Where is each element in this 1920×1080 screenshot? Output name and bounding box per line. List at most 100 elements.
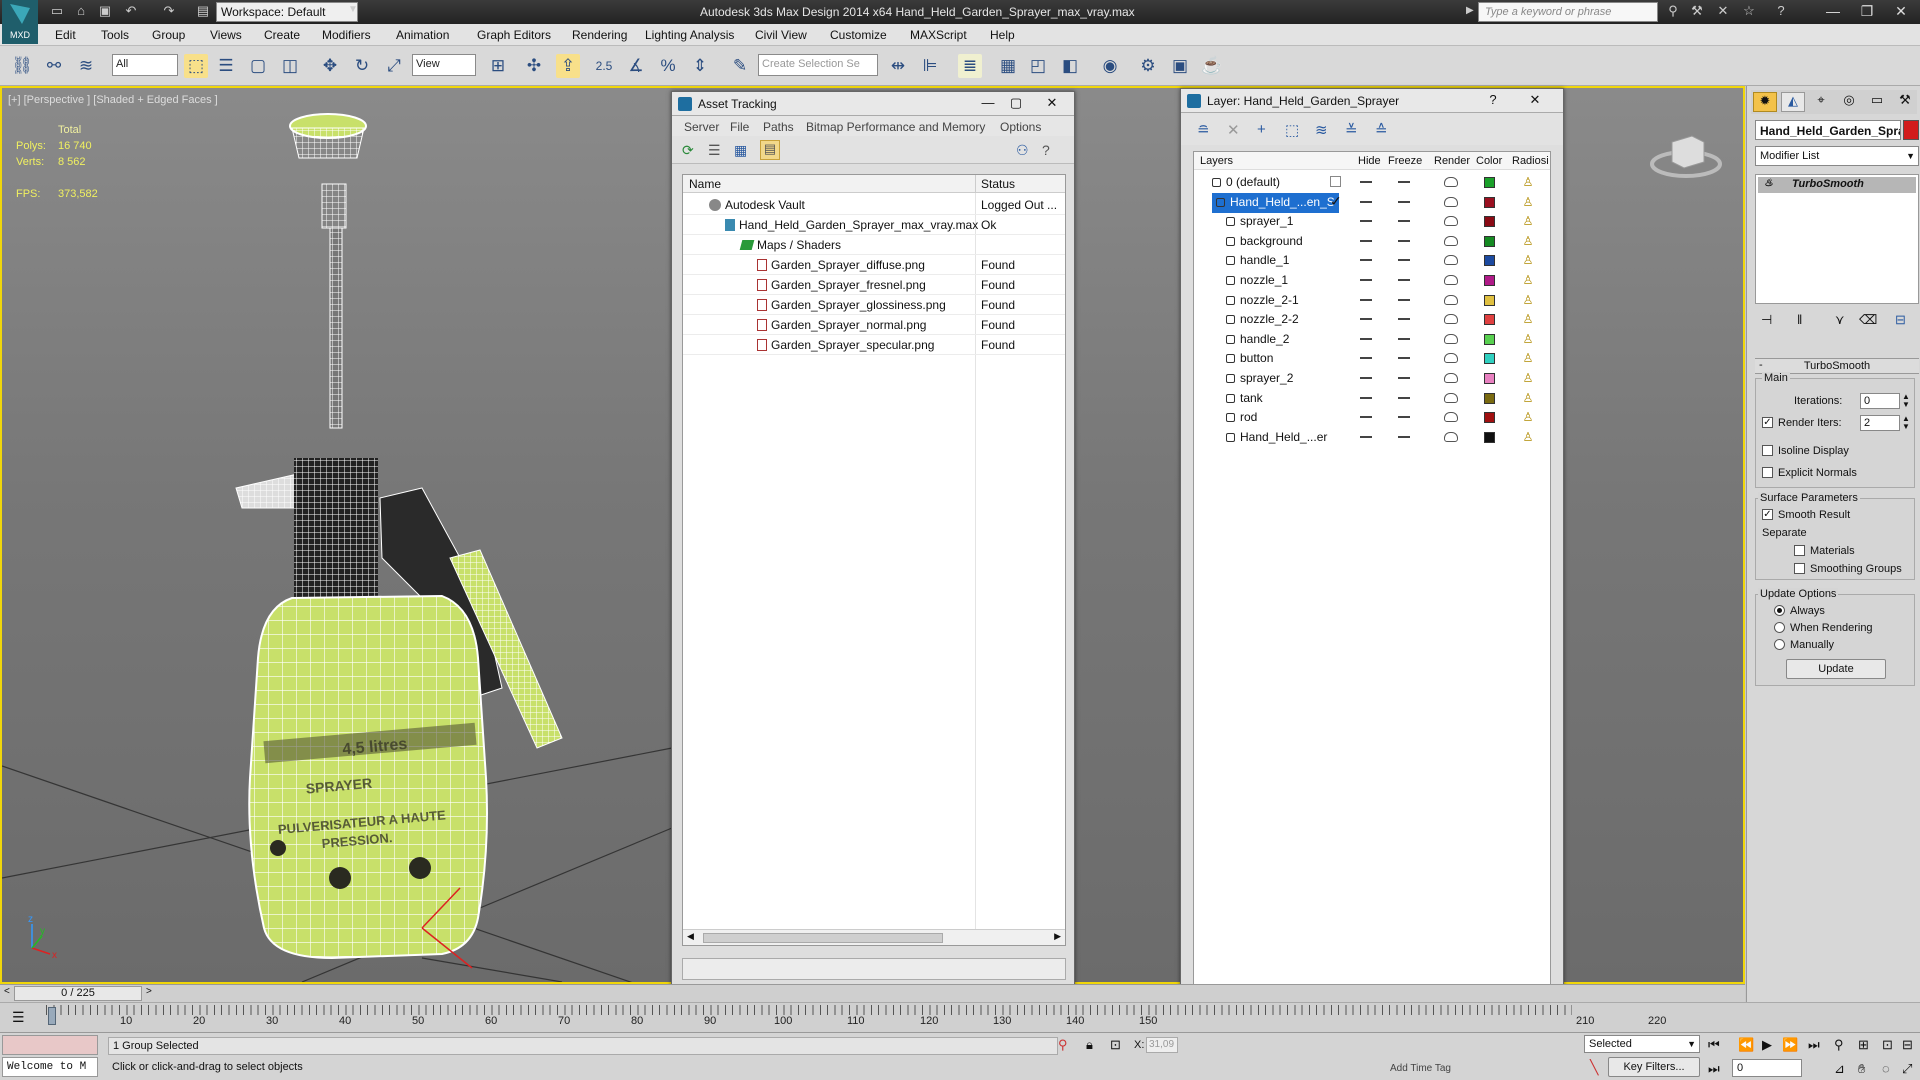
select-in-layer-icon[interactable]: ⬚ bbox=[1285, 121, 1299, 139]
add-time-tag[interactable]: Add Time Tag bbox=[1390, 1063, 1451, 1074]
render-teapot-icon[interactable] bbox=[1444, 275, 1458, 285]
when-rendering-radio[interactable] bbox=[1774, 622, 1785, 633]
menu-modifiers[interactable]: Modifiers bbox=[322, 28, 371, 42]
pivot-center-icon[interactable]: ⊞ bbox=[486, 54, 510, 78]
close-icon[interactable]: ✕ bbox=[1525, 92, 1545, 108]
current-layer-checkbox[interactable] bbox=[1330, 176, 1341, 187]
freeze-toggle[interactable] bbox=[1398, 279, 1410, 281]
app-logo[interactable]: MXD bbox=[2, 0, 38, 44]
render-teapot-icon[interactable] bbox=[1444, 353, 1458, 364]
scroll-left-icon[interactable]: ◀ bbox=[687, 931, 694, 942]
close-icon[interactable]: ✕ bbox=[1042, 95, 1062, 111]
table-row[interactable]: Garden_Sprayer_fresnel.png Found bbox=[683, 275, 1065, 295]
rotate-icon[interactable]: ↻ bbox=[350, 54, 374, 78]
radiosity-icon[interactable]: ♙ bbox=[1520, 175, 1536, 189]
hide-toggle[interactable] bbox=[1360, 298, 1372, 301]
sprayer-neck[interactable] bbox=[294, 458, 378, 598]
layer-row[interactable]: 0 (default) ♙ bbox=[1194, 172, 1550, 192]
hide-toggle[interactable] bbox=[1360, 357, 1372, 360]
vault-connect-icon[interactable]: ⚇ bbox=[1016, 142, 1029, 159]
render-teapot-icon[interactable] bbox=[1444, 314, 1458, 325]
table-row[interactable]: Hand_Held_Garden_Sprayer_max_vray.max Ok bbox=[683, 215, 1065, 235]
render-setup-icon[interactable]: ⚙ bbox=[1136, 54, 1160, 78]
communication-icon[interactable]: ✕ bbox=[1714, 3, 1732, 21]
align-icon[interactable]: ⊫ bbox=[918, 54, 942, 78]
menu-animation[interactable]: Animation bbox=[396, 28, 449, 42]
render-teapot-icon[interactable] bbox=[1444, 333, 1458, 344]
table-row[interactable]: Garden_Sprayer_specular.png Found bbox=[683, 335, 1065, 355]
freeze-toggle[interactable] bbox=[1398, 435, 1410, 438]
hide-toggle[interactable] bbox=[1360, 200, 1372, 203]
horizontal-scrollbar[interactable]: ◀ ▶ bbox=[683, 929, 1065, 945]
smooth-result-checkbox[interactable]: ✓ bbox=[1762, 509, 1773, 520]
isoline-display-checkbox[interactable] bbox=[1762, 445, 1773, 456]
window-crossing-icon[interactable]: ◫ bbox=[278, 54, 302, 78]
freeze-toggle[interactable] bbox=[1398, 377, 1410, 379]
radiosity-icon[interactable]: ♙ bbox=[1520, 351, 1536, 365]
render-teapot-icon[interactable] bbox=[1444, 431, 1458, 442]
freeze-toggle[interactable] bbox=[1398, 220, 1410, 223]
menu-server[interactable]: Server bbox=[684, 120, 719, 134]
menu-edit[interactable]: Edit bbox=[55, 28, 76, 42]
radiosity-icon[interactable]: ♙ bbox=[1520, 273, 1536, 287]
schematic-view-icon[interactable]: ◧ bbox=[1058, 54, 1082, 78]
scrollbar-thumb[interactable] bbox=[703, 933, 943, 943]
configure-modifier-sets-icon[interactable]: ⊟ bbox=[1895, 312, 1906, 328]
delete-layer-icon[interactable]: ✕ bbox=[1227, 121, 1240, 139]
viewcube-icon[interactable] bbox=[1650, 128, 1722, 180]
radiosity-icon[interactable]: ♙ bbox=[1520, 391, 1536, 405]
column-divider[interactable] bbox=[975, 175, 976, 193]
layer-manager-window[interactable]: Layer: Hand_Held_Garden_Sprayer ? ✕ ≘ ✕ … bbox=[1180, 88, 1564, 1072]
undo-icon[interactable]: ↶ bbox=[122, 3, 140, 21]
show-end-result-icon[interactable]: ‖ bbox=[1797, 312, 1802, 327]
layer-row[interactable]: rod ♙ bbox=[1194, 407, 1550, 427]
layer-color-swatch[interactable] bbox=[1484, 294, 1495, 306]
menu-paths[interactable]: Paths bbox=[763, 120, 794, 134]
link-icon[interactable]: ⛓ bbox=[10, 54, 34, 78]
radiosity-icon[interactable]: ♙ bbox=[1520, 214, 1536, 228]
iterations-spinner[interactable]: 0 bbox=[1860, 393, 1900, 409]
menu-graph-editors[interactable]: Graph Editors bbox=[477, 28, 551, 42]
zoom-icon[interactable]: ⚲ bbox=[1834, 1037, 1844, 1053]
freeze-toggle[interactable] bbox=[1398, 200, 1410, 203]
render-teapot-icon[interactable] bbox=[1444, 392, 1458, 403]
play-icon[interactable]: ▶ bbox=[1762, 1037, 1772, 1053]
layer-row[interactable]: Hand_Held_...en_S ✓ ♙ bbox=[1194, 192, 1550, 213]
curve-editor-icon[interactable]: ◰ bbox=[1026, 54, 1050, 78]
chevron-right-icon[interactable]: ▶ bbox=[1466, 5, 1474, 16]
freeze-all-icon[interactable]: ≙ bbox=[1375, 121, 1388, 139]
layer-row[interactable]: background ♙ bbox=[1194, 231, 1550, 251]
minimize-icon[interactable]: — bbox=[978, 95, 998, 111]
mirror-icon[interactable]: ⇹ bbox=[886, 54, 910, 78]
snaps-toggle-icon[interactable]: 2.5 bbox=[592, 54, 616, 78]
column-freeze[interactable]: Freeze bbox=[1388, 155, 1422, 167]
layer-row[interactable]: nozzle_2-1 ♙ bbox=[1194, 290, 1550, 310]
remove-modifier-icon[interactable]: ⌫ bbox=[1859, 312, 1877, 328]
layer-manager-titlebar[interactable]: Layer: Hand_Held_Garden_Sprayer ? ✕ bbox=[1181, 89, 1563, 113]
hide-toggle[interactable] bbox=[1360, 239, 1372, 242]
go-to-start-icon[interactable]: ⏮ bbox=[1708, 1037, 1720, 1053]
radiosity-icon[interactable]: ♙ bbox=[1520, 332, 1536, 346]
menu-options[interactable]: Options bbox=[1000, 120, 1041, 134]
spinner-arrows-icon[interactable]: ▲ ▼ bbox=[1902, 415, 1910, 431]
layer-row[interactable]: tank ♙ bbox=[1194, 388, 1550, 408]
column-hide[interactable]: Hide bbox=[1358, 155, 1381, 167]
motion-tab-icon[interactable]: ◎ bbox=[1837, 92, 1861, 112]
hide-toggle[interactable] bbox=[1360, 220, 1372, 223]
freeze-toggle[interactable] bbox=[1398, 298, 1410, 301]
hide-toggle[interactable] bbox=[1360, 181, 1372, 183]
render-production-icon[interactable]: ☕ bbox=[1200, 54, 1224, 78]
next-key-icon[interactable]: ⏩ bbox=[1782, 1037, 1798, 1053]
workspace-dropdown[interactable]: Workspace: Default bbox=[216, 2, 358, 22]
layer-color-swatch[interactable] bbox=[1484, 275, 1495, 286]
sprayer-rod[interactable] bbox=[289, 113, 367, 429]
select-object-icon[interactable]: ⬚ bbox=[184, 54, 208, 78]
orbit-icon[interactable]: ◌ bbox=[1882, 1061, 1890, 1076]
maxscript-listener[interactable] bbox=[2, 1035, 98, 1055]
modifier-list-dropdown[interactable]: Modifier List ▼ bbox=[1755, 146, 1919, 166]
maximize-viewport-icon[interactable]: ⤢ bbox=[1902, 1061, 1912, 1077]
highlight-selected-icon[interactable]: ≋ bbox=[1315, 121, 1328, 139]
utilities-tab-icon[interactable]: ⚒ bbox=[1893, 92, 1917, 112]
search-input[interactable]: Type a keyword or phrase bbox=[1478, 2, 1658, 22]
time-slider-thumb[interactable]: 0 / 225 bbox=[14, 986, 142, 1001]
